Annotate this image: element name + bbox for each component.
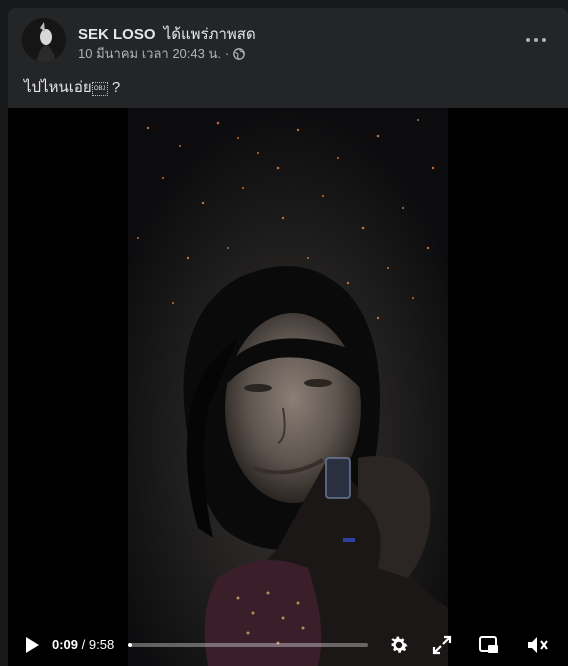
video-controls: 0:09 / 9:58: [8, 624, 568, 666]
caption-text: ไปไหนเอ่ย: [24, 79, 92, 96]
globe-icon[interactable]: [233, 47, 246, 60]
time-divider: /: [78, 637, 89, 652]
current-time: 0:09: [52, 637, 79, 652]
missing-emoji-glyph: OBJ: [91, 82, 108, 96]
video-frame[interactable]: [128, 108, 448, 666]
post-meta: 10 มีนาคม เวลา 20:43 น. ·: [78, 43, 246, 64]
post-action-text: ได้แพร่ภาพสด: [163, 26, 256, 43]
progress-bar[interactable]: [128, 643, 368, 647]
caption-suffix: ?: [107, 79, 121, 96]
live-video-player[interactable]: 0:09 / 9:58: [8, 108, 568, 666]
author-name[interactable]: SEK LOSO: [78, 26, 156, 43]
post-caption: ไปไหนเอ่ย OBJ ?: [24, 75, 120, 99]
settings-gear-icon[interactable]: [388, 634, 410, 656]
avatar[interactable]: [22, 18, 66, 62]
meta-separator: ·: [224, 46, 230, 61]
fullscreen-icon[interactable]: [432, 635, 452, 655]
video-still: [128, 108, 448, 666]
muted-speaker-icon[interactable]: [526, 634, 550, 656]
progress-fill: [128, 643, 132, 647]
facebook-post: SEK LOSO ได้แพร่ภาพสด 10 มีนาคม เวลา 20:…: [8, 8, 568, 666]
more-options-icon[interactable]: [518, 24, 554, 56]
post-timestamp[interactable]: 10 มีนาคม เวลา 20:43 น.: [78, 43, 221, 64]
post-header: SEK LOSO ได้แพร่ภาพสด 10 มีนาคม เวลา 20:…: [22, 18, 554, 64]
video-time: 0:09 / 9:58: [52, 637, 114, 652]
play-icon[interactable]: [24, 636, 40, 654]
picture-in-picture-icon[interactable]: [478, 634, 500, 656]
duration: 9:58: [88, 637, 115, 652]
